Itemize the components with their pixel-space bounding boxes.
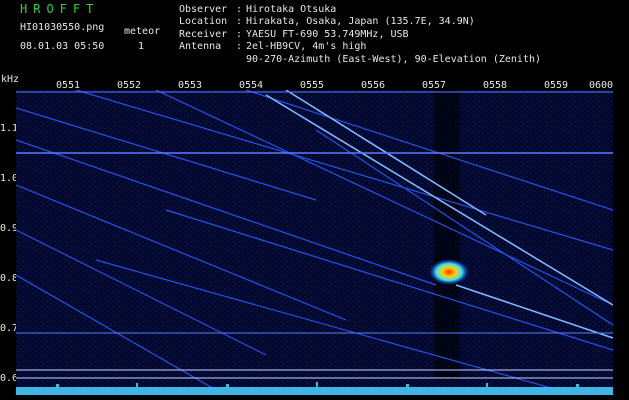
- meteor-label: meteor: [124, 26, 161, 37]
- meteor-count: 1: [138, 41, 145, 52]
- y-axis-unit: kHz: [1, 74, 20, 85]
- observer-value: Hirotaka Otsuka: [246, 4, 337, 15]
- header-panel: HROFFT HI01030550.png 08.01.03 05:50 met…: [0, 0, 629, 91]
- antenna-value: 2el-HB9CV, 4m's high: [246, 41, 367, 52]
- receiver-value: YAESU FT-690 53.749MHz, USB: [246, 29, 409, 40]
- location-value: Hirakata, Osaka, Japan (135.7E, 34.9N): [246, 16, 475, 27]
- brand-logo: HROFFT: [20, 2, 100, 16]
- meteor-echo: [429, 259, 469, 285]
- observer-key: Observer: [179, 4, 228, 15]
- antenna-key: Antenna: [179, 41, 222, 52]
- antenna-orientation: 90-270-Azimuth (East-West), 90-Elevation…: [246, 54, 542, 65]
- dark-band: [434, 90, 460, 380]
- date-time: 08.01.03 05:50: [20, 41, 105, 52]
- location-key: Location: [179, 16, 228, 27]
- file-name: HI01030550.png: [20, 22, 105, 33]
- spectrogram: [16, 90, 613, 395]
- receiver-key: Receiver: [179, 29, 228, 40]
